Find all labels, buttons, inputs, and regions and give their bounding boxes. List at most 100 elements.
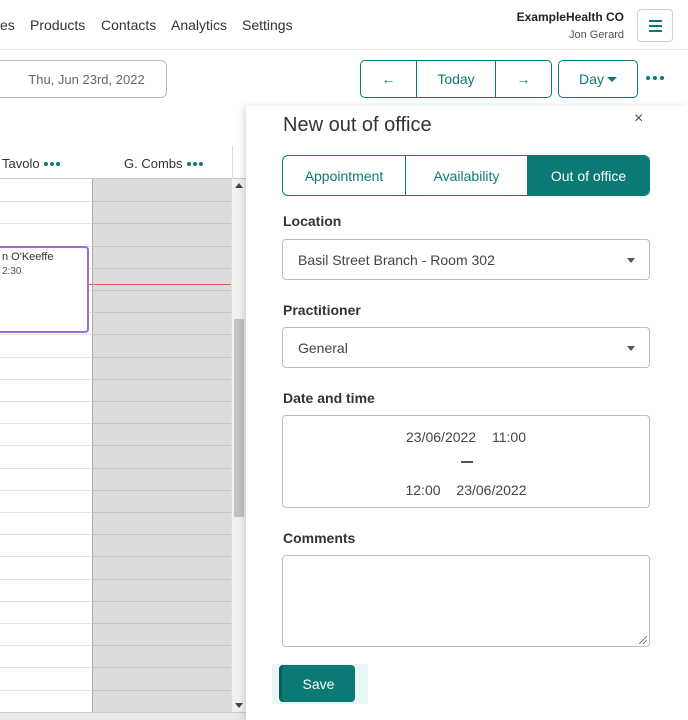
- close-icon[interactable]: ×: [634, 110, 643, 128]
- view-selector[interactable]: Day: [558, 60, 638, 98]
- grid-line: [0, 645, 92, 647]
- scroll-up-icon[interactable]: [235, 183, 243, 188]
- grid-line: [0, 489, 92, 491]
- grid-line: [92, 201, 231, 203]
- scrollbar-thumb[interactable]: [234, 319, 244, 517]
- save-button[interactable]: Save: [282, 665, 355, 702]
- grid-line: [0, 600, 92, 602]
- location-select[interactable]: Basil Street Branch - Room 302: [282, 239, 650, 280]
- grid-line: [92, 512, 231, 513]
- date-navigation: ← Today →: [360, 60, 552, 98]
- view-selector-label: Day: [579, 71, 604, 87]
- column-header-tavolo[interactable]: Tavolo: [2, 156, 60, 171]
- grid-line: [0, 223, 92, 225]
- location-label: Location: [283, 213, 342, 229]
- grid-line: [0, 201, 92, 203]
- calendar-scrollbar[interactable]: [231, 179, 246, 712]
- grid-line: [92, 645, 231, 647]
- horizontal-scrollbar[interactable]: [0, 712, 246, 720]
- column-header-g-combs[interactable]: G. Combs: [124, 156, 203, 171]
- grid-line: [0, 445, 92, 447]
- grid-line: [92, 223, 231, 225]
- scroll-down-icon[interactable]: [235, 703, 243, 708]
- time-grid[interactable]: n O'Keeffe 2:30: [0, 179, 231, 712]
- grid-line: [92, 534, 231, 536]
- grid-line: [92, 267, 231, 269]
- end-date[interactable]: 23/06/2022: [456, 482, 526, 498]
- grid-line: [0, 334, 92, 336]
- column-name: G. Combs: [124, 156, 183, 171]
- caret-down-icon: [606, 77, 617, 82]
- tab-out-of-office[interactable]: Out of office: [528, 156, 649, 195]
- today-button[interactable]: Today: [417, 61, 496, 97]
- nav-item-analytics[interactable]: Analytics: [171, 17, 227, 33]
- grid-line: [0, 467, 92, 469]
- nav-item-contacts[interactable]: Contacts: [101, 17, 156, 33]
- top-navigation: es Products Contacts Analytics Settings …: [0, 0, 688, 50]
- grid-line: [0, 556, 92, 558]
- event-time: 2:30: [2, 266, 22, 277]
- out-of-office-panel: New out of office × Appointment Availabi…: [246, 106, 688, 720]
- grid-line: [0, 623, 92, 624]
- grid-line: [92, 489, 231, 491]
- appointment-event[interactable]: n O'Keeffe 2:30: [0, 246, 89, 333]
- calendar-column-headers: Tavolo G. Combs: [0, 146, 246, 179]
- tab-appointment[interactable]: Appointment: [283, 156, 406, 195]
- resize-handle-icon[interactable]: [639, 636, 647, 644]
- grid-line: [92, 245, 231, 247]
- end-datetime: 12:00 23/06/2022: [283, 482, 649, 498]
- previous-day-button[interactable]: ←: [361, 61, 417, 97]
- nav-item-products[interactable]: Products: [30, 17, 85, 33]
- caret-down-icon: [627, 346, 635, 351]
- event-title: n O'Keeffe: [2, 251, 54, 263]
- location-value: Basil Street Branch - Room 302: [298, 251, 495, 268]
- tab-availability[interactable]: Availability: [406, 156, 528, 195]
- start-datetime: 23/06/2022 11:00: [283, 429, 649, 445]
- start-date[interactable]: 23/06/2022: [406, 429, 476, 445]
- grid-line: [0, 423, 92, 425]
- grid-line: [0, 534, 92, 536]
- type-tabs: Appointment Availability Out of office: [282, 155, 650, 196]
- practitioner-select[interactable]: General: [282, 327, 650, 368]
- comments-field[interactable]: [282, 555, 650, 647]
- grid-line: [0, 667, 92, 669]
- grid-line: [92, 401, 231, 402]
- date-time-label: Date and time: [283, 390, 375, 406]
- grid-line: [92, 556, 231, 558]
- grid-line: [0, 378, 92, 380]
- grid-line: [92, 689, 231, 691]
- more-horizontal-icon[interactable]: [43, 161, 60, 166]
- menu-button[interactable]: [637, 9, 673, 42]
- account-info: ExampleHealth CO Jon Gerard: [517, 10, 624, 41]
- nav-item-schedules[interactable]: es: [0, 17, 15, 33]
- grid-line: [92, 467, 231, 469]
- grid-line: [92, 290, 231, 291]
- grid-line: [92, 334, 231, 336]
- more-horizontal-icon[interactable]: [186, 161, 203, 166]
- nav-item-settings[interactable]: Settings: [242, 17, 293, 33]
- grid-line: [92, 623, 231, 624]
- save-button-focus-ring: Save: [272, 664, 368, 704]
- grid-line: [0, 512, 92, 513]
- range-separator: [461, 461, 473, 463]
- grid-line: [0, 401, 92, 402]
- date-picker[interactable]: Thu, Jun 23rd, 2022: [0, 60, 167, 98]
- organization-name: ExampleHealth CO: [516, 10, 624, 24]
- end-time[interactable]: 12:00: [405, 482, 440, 498]
- grid-line: [0, 689, 92, 691]
- more-horizontal-icon[interactable]: [646, 76, 664, 80]
- grid-line: [92, 445, 231, 447]
- next-day-button[interactable]: →: [496, 61, 551, 97]
- grid-line: [92, 423, 231, 425]
- grid-line: [92, 578, 231, 580]
- grid-line: [0, 578, 92, 580]
- grid-line: [92, 600, 231, 602]
- comments-label: Comments: [283, 530, 356, 546]
- calendar-day-view: Tavolo G. Combs n O'Keeffe 2:30: [0, 146, 246, 720]
- grid-line: [0, 356, 92, 358]
- date-time-range: 23/06/2022 11:00 12:00 23/06/2022: [282, 415, 650, 508]
- start-time[interactable]: 11:00: [492, 429, 526, 445]
- grid-line: [92, 667, 231, 669]
- grid-line: [92, 312, 231, 314]
- column-name: Tavolo: [2, 156, 40, 171]
